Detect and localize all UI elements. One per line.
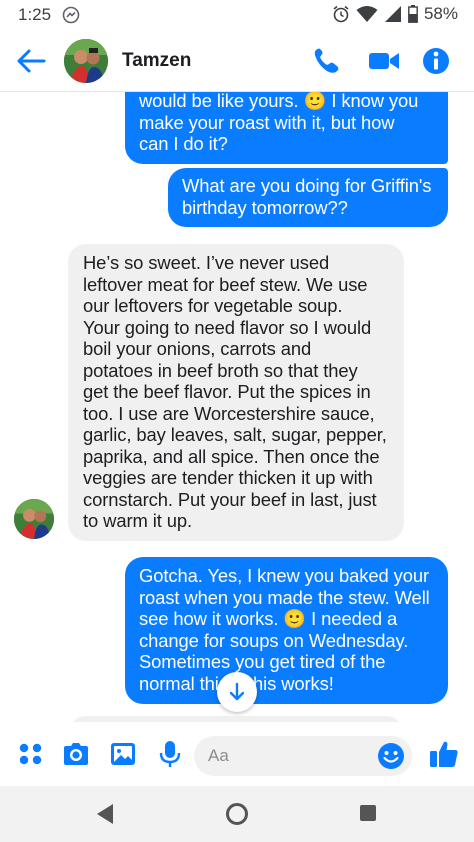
status-icons: 58% bbox=[332, 4, 458, 24]
message-bubble-outgoing[interactable]: Gotcha. Yes, I knew you baked your roast… bbox=[125, 557, 448, 704]
alarm-icon bbox=[333, 5, 349, 23]
android-nav-bar bbox=[0, 786, 474, 842]
video-camera-icon[interactable] bbox=[367, 45, 401, 77]
sender-avatar[interactable] bbox=[14, 499, 54, 539]
scroll-to-bottom-button[interactable] bbox=[217, 672, 257, 712]
gallery-icon[interactable] bbox=[108, 739, 138, 769]
back-triangle-icon[interactable] bbox=[95, 803, 115, 825]
message-bubble-outgoing[interactable]: What are you doing for Griffin's birthda… bbox=[168, 168, 448, 227]
arrow-down-icon bbox=[229, 682, 245, 701]
message-list[interactable]: would be like yours. 🙂 I know you make y… bbox=[0, 92, 474, 722]
phone-icon[interactable] bbox=[310, 45, 344, 77]
battery-percent: 58% bbox=[423, 4, 458, 23]
messenger-notification-icon bbox=[62, 6, 80, 24]
info-icon[interactable] bbox=[420, 45, 454, 77]
avatar-photo bbox=[64, 39, 108, 83]
compose-bar bbox=[0, 722, 474, 786]
emoji-icon[interactable] bbox=[377, 742, 405, 770]
recents-square-icon[interactable] bbox=[359, 804, 377, 822]
wifi-icon bbox=[356, 6, 378, 22]
status-bar: 1:25 58% bbox=[0, 0, 474, 30]
avatar-photo bbox=[14, 499, 54, 539]
conversation-header: Tamzen bbox=[0, 30, 474, 92]
contact-avatar[interactable] bbox=[64, 39, 108, 83]
apps-grid-icon[interactable] bbox=[16, 739, 46, 769]
battery-icon bbox=[408, 5, 418, 23]
message-bubble-outgoing[interactable]: would be like yours. 🙂 I know you make y… bbox=[125, 92, 448, 164]
microphone-icon[interactable] bbox=[155, 739, 185, 769]
signal-icon bbox=[384, 6, 401, 22]
status-time: 1:25 bbox=[18, 5, 52, 24]
back-arrow-icon[interactable] bbox=[14, 46, 48, 76]
message-bubble-incoming[interactable]: He’s so sweet. I’ve never used leftover … bbox=[68, 244, 404, 541]
home-circle-icon[interactable] bbox=[225, 802, 249, 826]
thumbs-up-icon[interactable] bbox=[428, 738, 460, 770]
contact-name[interactable]: Tamzen bbox=[122, 50, 191, 72]
camera-icon[interactable] bbox=[61, 739, 91, 769]
